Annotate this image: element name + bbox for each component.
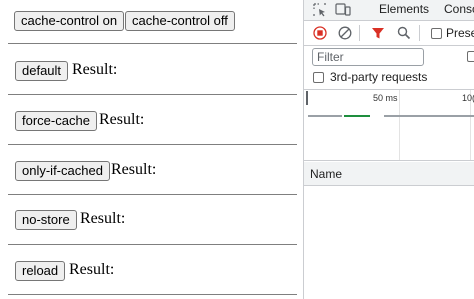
tab-console[interactable]: Consc: [444, 2, 474, 16]
tab-elements[interactable]: Elements: [379, 2, 429, 16]
divider: [8, 244, 297, 245]
timeline-bar: [344, 115, 370, 117]
divider: [8, 294, 297, 295]
timeline-bar: [308, 115, 342, 117]
test-page: cache-control on cache-control off defau…: [0, 0, 303, 299]
divider: [8, 94, 297, 95]
toolbar-divider: [359, 25, 360, 41]
devtools-panel: Elements Consc: [303, 0, 474, 299]
name-column-header[interactable]: Name: [304, 162, 474, 186]
divider: [8, 144, 297, 145]
divider: [8, 194, 297, 195]
filter-input[interactable]: Filter: [312, 48, 424, 66]
search-icon[interactable]: [397, 26, 411, 45]
reload-result-label: Result:: [69, 261, 115, 278]
record-icon[interactable]: [313, 26, 327, 45]
timeline-overview[interactable]: 50 ms 10(: [304, 89, 474, 161]
force-cache-button[interactable]: force-cache: [15, 111, 97, 131]
timeline-gridline: [399, 90, 400, 160]
request-list: [304, 186, 474, 299]
default-button[interactable]: default: [15, 61, 69, 81]
preserve-log-label: Prese: [446, 26, 474, 40]
third-party-label: 3rd-party requests: [330, 70, 428, 84]
cache-control-off-button[interactable]: cache-control off: [125, 11, 235, 31]
network-toolbar: Prese: [304, 21, 474, 46]
force-cache-result-label: Result:: [99, 111, 145, 128]
no-store-button[interactable]: no-store: [15, 210, 77, 230]
only-if-cached-button[interactable]: only-if-cached: [15, 161, 110, 181]
default-result-label: Result:: [72, 61, 118, 78]
preserve-log-checkbox[interactable]: [431, 28, 442, 39]
divider: [8, 43, 297, 44]
reload-button[interactable]: reload: [15, 261, 66, 281]
third-party-checkbox[interactable]: [313, 72, 324, 83]
timeline-bar: [384, 115, 474, 117]
device-toolbar-icon[interactable]: [335, 3, 351, 22]
timeline-start-handle[interactable]: [306, 91, 308, 105]
only-if-cached-result-label: Result:: [111, 161, 157, 178]
timeline-tick-label: 10(: [462, 93, 474, 103]
inspect-element-icon[interactable]: [313, 3, 327, 22]
name-column-label: Name: [310, 167, 343, 181]
invert-checkbox[interactable]: [467, 51, 474, 62]
cache-control-on-button[interactable]: cache-control on: [14, 11, 125, 31]
toolbar-divider: [419, 25, 420, 41]
no-store-result-label: Result:: [80, 210, 126, 227]
devtools-tab-bar: Elements Consc: [304, 0, 474, 21]
timeline-tick-label: 50 ms: [373, 93, 398, 103]
clear-icon[interactable]: [338, 26, 352, 45]
filter-icon[interactable]: [371, 26, 385, 45]
